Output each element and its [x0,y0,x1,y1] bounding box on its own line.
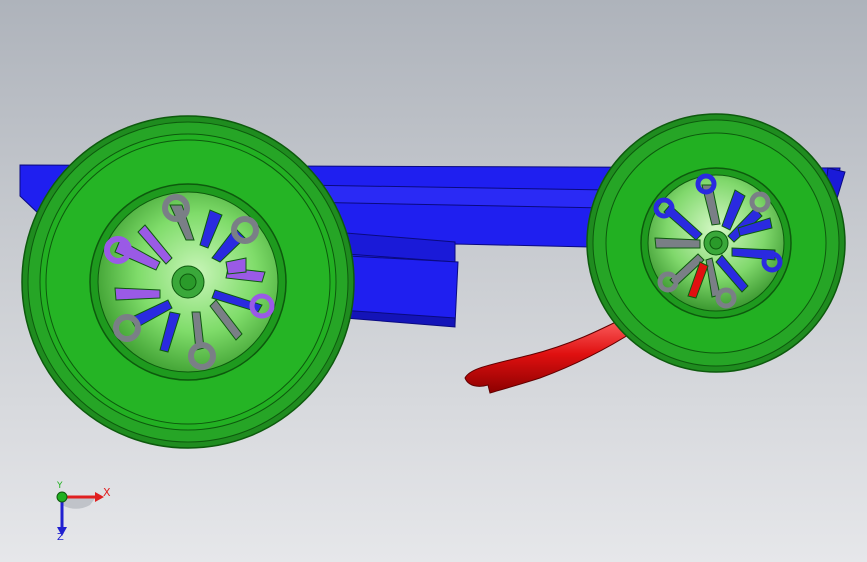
reference-triad [56,491,104,536]
model-view[interactable] [0,0,867,562]
right-wheel[interactable] [586,113,846,373]
z-axis-label: Z [57,532,64,543]
x-axis-label: X [103,486,111,499]
y-axis-dot [56,491,68,503]
left-wheel[interactable] [21,115,355,449]
graphics-viewport[interactable]: X Y Z [0,0,867,562]
steering-arm[interactable] [464,314,637,394]
y-axis-label: Y [57,481,63,491]
